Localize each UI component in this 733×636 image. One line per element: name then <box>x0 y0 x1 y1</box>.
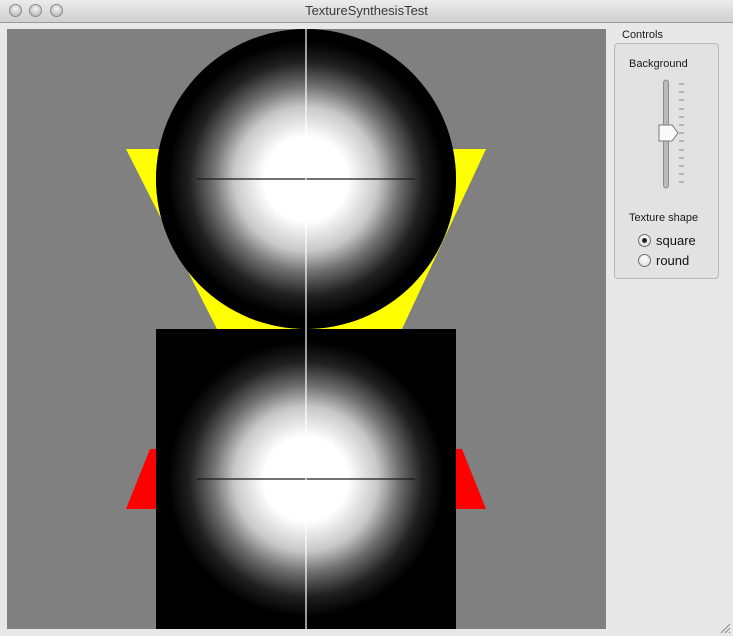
controls-group-label: Controls <box>622 29 663 41</box>
radio-unselected-icon <box>638 254 651 267</box>
render-canvas[interactable] <box>7 29 606 629</box>
radio-square[interactable]: square <box>638 233 696 248</box>
resize-grip-icon[interactable] <box>719 622 731 634</box>
title-bar[interactable]: TextureSynthesisTest <box>0 0 733 23</box>
radio-square-label: square <box>656 233 696 248</box>
texture-shape-label: Texture shape <box>629 212 699 224</box>
radio-round-label: round <box>656 253 690 268</box>
radio-round[interactable]: round <box>638 253 689 268</box>
radio-selected-icon <box>638 234 651 247</box>
background-slider[interactable] <box>655 76 691 192</box>
slider-thumb <box>658 124 679 142</box>
app-window: TextureSynthesisTest Controls Background… <box>0 0 733 636</box>
window-title: TextureSynthesisTest <box>305 3 428 18</box>
background-label: Background <box>629 58 688 70</box>
